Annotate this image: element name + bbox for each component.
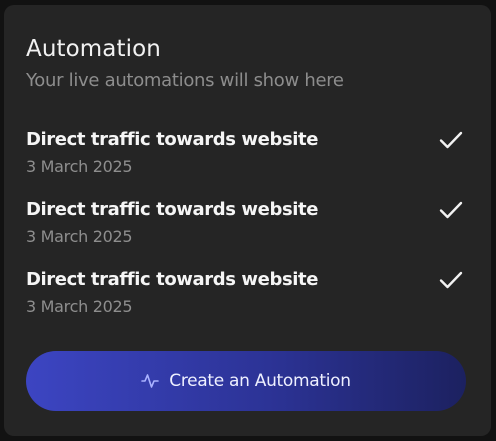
card-title: Automation [26, 36, 161, 62]
automation-item[interactable]: Direct traffic towards website 3 March 2… [26, 128, 469, 184]
automation-item[interactable]: Direct traffic towards website 3 March 2… [26, 198, 469, 254]
automation-item-date: 3 March 2025 [26, 157, 133, 176]
activity-pulse-icon [141, 374, 160, 388]
automation-item[interactable]: Direct traffic towards website 3 March 2… [26, 268, 469, 324]
check-icon [439, 271, 463, 289]
check-icon [439, 201, 463, 219]
automation-card: Automation Your live automations will sh… [4, 5, 491, 436]
card-subtitle: Your live automations will show here [26, 70, 344, 91]
automation-item-date: 3 March 2025 [26, 297, 133, 316]
automation-item-title: Direct traffic towards website [26, 129, 319, 150]
automation-item-date: 3 March 2025 [26, 227, 133, 246]
create-automation-button[interactable]: Create an Automation [26, 351, 466, 411]
automation-item-title: Direct traffic towards website [26, 199, 319, 220]
create-automation-label: Create an Automation [169, 371, 351, 391]
automation-item-title: Direct traffic towards website [26, 269, 319, 290]
check-icon [439, 131, 463, 149]
